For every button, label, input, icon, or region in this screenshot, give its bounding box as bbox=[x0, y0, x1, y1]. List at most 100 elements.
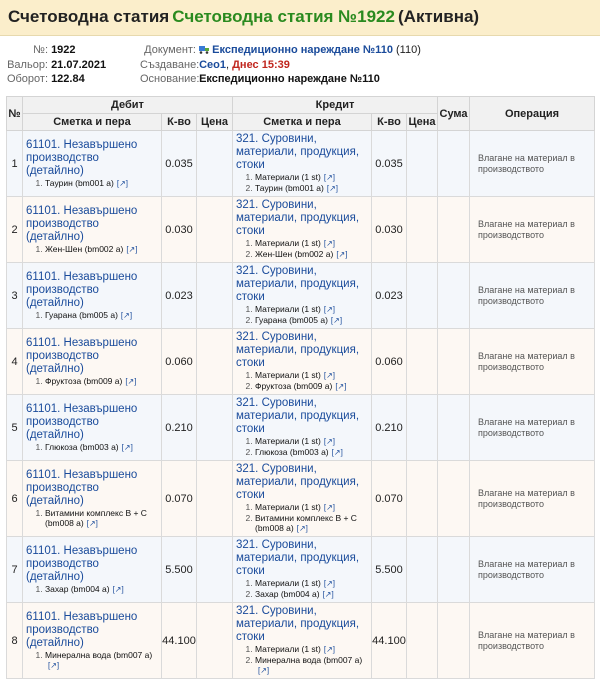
table-row: 4 61101. Незавършено производство (детайл… bbox=[6, 328, 596, 395]
debit-account-link[interactable]: 61101. Незавършено производство (детайлн… bbox=[23, 543, 161, 584]
debit-item: Таурин (bm001 а)[↗] bbox=[45, 178, 161, 189]
credit-account-link[interactable]: 321. Суровини, материали, продукция, сто… bbox=[233, 395, 371, 436]
credit-item: Гуарана (bm005 а)[↗] bbox=[255, 315, 371, 326]
credit-account-cell: 321. Суровини, материали, продукция, сто… bbox=[232, 460, 372, 537]
col-debit-account: Сметка и пера bbox=[22, 113, 162, 131]
credit-qty: 0.210 bbox=[371, 394, 407, 461]
document-count: (110) bbox=[396, 44, 421, 56]
table-row: 3 61101. Незавършено производство (детайл… bbox=[6, 262, 596, 329]
credit-account-link[interactable]: 321. Суровини, материали, продукция, сто… bbox=[233, 537, 371, 578]
entry-number: 1922 bbox=[51, 44, 76, 56]
sum-cell bbox=[437, 262, 471, 329]
created-time: Днес 15:39 bbox=[232, 58, 290, 71]
external-link-icon[interactable]: [↗] bbox=[324, 173, 335, 182]
operation-cell: Влагане на материал в производството bbox=[469, 328, 596, 395]
title-prefix: Счетоводна статия bbox=[8, 7, 170, 26]
credit-item: Фруктоза (bm009 а)[↗] bbox=[255, 381, 371, 392]
debit-price bbox=[196, 196, 233, 263]
credit-qty: 0.070 bbox=[371, 460, 407, 537]
credit-account-cell: 321. Суровини, материали, продукция, сто… bbox=[232, 328, 372, 395]
debit-price bbox=[196, 262, 233, 329]
external-link-icon[interactable]: [↗] bbox=[324, 305, 335, 314]
external-link-icon[interactable]: [↗] bbox=[297, 524, 308, 533]
credit-item: Материали (1 st)[↗] bbox=[255, 304, 371, 315]
debit-account-link[interactable]: 61101. Незавършено производство (детайлн… bbox=[23, 401, 161, 442]
table-row: 8 61101. Незавършено производство (детайл… bbox=[6, 602, 596, 679]
credit-account-link[interactable]: 321. Суровини, материали, продукция, сто… bbox=[233, 197, 371, 238]
credit-qty: 0.060 bbox=[371, 328, 407, 395]
credit-account-link[interactable]: 321. Суровини, материали, продукция, сто… bbox=[233, 329, 371, 370]
debit-item: Захар (bm004 а)[↗] bbox=[45, 584, 161, 595]
page-title: Счетоводна статия Счетоводна статия №192… bbox=[0, 0, 600, 36]
operation-cell: Влагане на материал в производството bbox=[469, 394, 596, 461]
credit-price bbox=[405, 130, 439, 197]
created-user-link[interactable]: Ceo1 bbox=[199, 59, 226, 71]
debit-qty: 0.035 bbox=[161, 130, 197, 197]
credit-account-link[interactable]: 321. Суровини, материали, продукция, сто… bbox=[233, 603, 371, 644]
col-operation: Операция bbox=[469, 96, 596, 131]
document-label: Документ: bbox=[144, 44, 196, 56]
debit-account-link[interactable]: 61101. Незавършено производство (детайлн… bbox=[23, 609, 161, 650]
col-sum: Сума bbox=[437, 96, 471, 131]
turnover-label: Оборот: bbox=[6, 73, 48, 85]
row-number: 6 bbox=[6, 460, 23, 537]
sum-cell bbox=[437, 602, 471, 679]
operation-cell: Влагане на материал в производството bbox=[469, 262, 596, 329]
external-link-icon[interactable]: [↗] bbox=[323, 590, 334, 599]
credit-item: Глюкоза (bm003 а)[↗] bbox=[255, 447, 371, 458]
credit-item: Материали (1 st)[↗] bbox=[255, 436, 371, 447]
external-link-icon[interactable]: [↗] bbox=[324, 437, 335, 446]
credit-account-link[interactable]: 321. Суровини, материали, продукция, сто… bbox=[233, 461, 371, 502]
operation-cell: Влагане на материал в производството bbox=[469, 196, 596, 263]
operation-cell: Влагане на материал в производството bbox=[469, 130, 596, 197]
created-separator: , bbox=[225, 58, 230, 71]
table-row: 2 61101. Незавършено производство (детайл… bbox=[6, 196, 596, 263]
debit-item: Минерална вода (bm007 а)[↗] bbox=[45, 650, 161, 671]
debit-qty: 44.100 bbox=[161, 602, 197, 679]
credit-account-link[interactable]: 321. Суровини, материали, продукция, сто… bbox=[233, 131, 371, 172]
valor-label: Вальор: bbox=[7, 58, 48, 71]
external-link-icon[interactable]: [↗] bbox=[126, 245, 137, 254]
debit-account-link[interactable]: 61101. Незавършено производство (детайлн… bbox=[23, 137, 161, 178]
document-link[interactable]: Експедиционно нареждане №110 bbox=[212, 44, 393, 56]
debit-account-link[interactable]: 61101. Незавършено производство (детайлн… bbox=[23, 203, 161, 244]
debit-account-link[interactable]: 61101. Незавършено производство (детайлн… bbox=[23, 269, 161, 310]
external-link-icon[interactable]: [↗] bbox=[117, 179, 128, 188]
credit-qty: 44.100 bbox=[371, 602, 407, 679]
sum-cell bbox=[437, 460, 471, 537]
external-link-icon[interactable]: [↗] bbox=[324, 503, 335, 512]
debit-qty: 0.070 bbox=[161, 460, 197, 537]
external-link-icon[interactable]: [↗] bbox=[125, 377, 136, 386]
row-number: 4 bbox=[6, 328, 23, 395]
credit-qty: 0.030 bbox=[371, 196, 407, 263]
debit-price bbox=[196, 130, 233, 197]
debit-item: Гуарана (bm005 а)[↗] bbox=[45, 310, 161, 321]
external-link-icon[interactable]: [↗] bbox=[122, 443, 133, 452]
debit-account-link[interactable]: 61101. Незавършено производство (детайлн… bbox=[23, 467, 161, 508]
external-link-icon[interactable]: [↗] bbox=[258, 666, 269, 675]
credit-account-link[interactable]: 321. Суровини, материали, продукция, сто… bbox=[233, 263, 371, 304]
credit-price bbox=[405, 394, 439, 461]
external-link-icon[interactable]: [↗] bbox=[331, 316, 342, 325]
debit-account-link[interactable]: 61101. Незавършено производство (детайлн… bbox=[23, 335, 161, 376]
col-credit: Кредит bbox=[231, 96, 439, 114]
sum-cell bbox=[437, 196, 471, 263]
external-link-icon[interactable]: [↗] bbox=[332, 448, 343, 457]
external-link-icon[interactable]: [↗] bbox=[121, 311, 132, 320]
external-link-icon[interactable]: [↗] bbox=[48, 661, 59, 670]
valor-date: 21.07.2021 bbox=[51, 58, 107, 71]
external-link-icon[interactable]: [↗] bbox=[324, 645, 335, 654]
debit-qty: 0.210 bbox=[161, 394, 197, 461]
external-link-icon[interactable]: [↗] bbox=[87, 519, 98, 528]
external-link-icon[interactable]: [↗] bbox=[324, 371, 335, 380]
row-number: 2 bbox=[6, 196, 23, 263]
debit-account-cell: 61101. Незавършено производство (детайлн… bbox=[22, 130, 162, 197]
external-link-icon[interactable]: [↗] bbox=[113, 585, 124, 594]
debit-account-cell: 61101. Незавършено производство (детайлн… bbox=[22, 196, 162, 263]
external-link-icon[interactable]: [↗] bbox=[336, 250, 347, 259]
external-link-icon[interactable]: [↗] bbox=[335, 382, 346, 391]
external-link-icon[interactable]: [↗] bbox=[327, 184, 338, 193]
external-link-icon[interactable]: [↗] bbox=[324, 239, 335, 248]
credit-price bbox=[405, 196, 439, 263]
number-label: №: bbox=[33, 44, 48, 56]
